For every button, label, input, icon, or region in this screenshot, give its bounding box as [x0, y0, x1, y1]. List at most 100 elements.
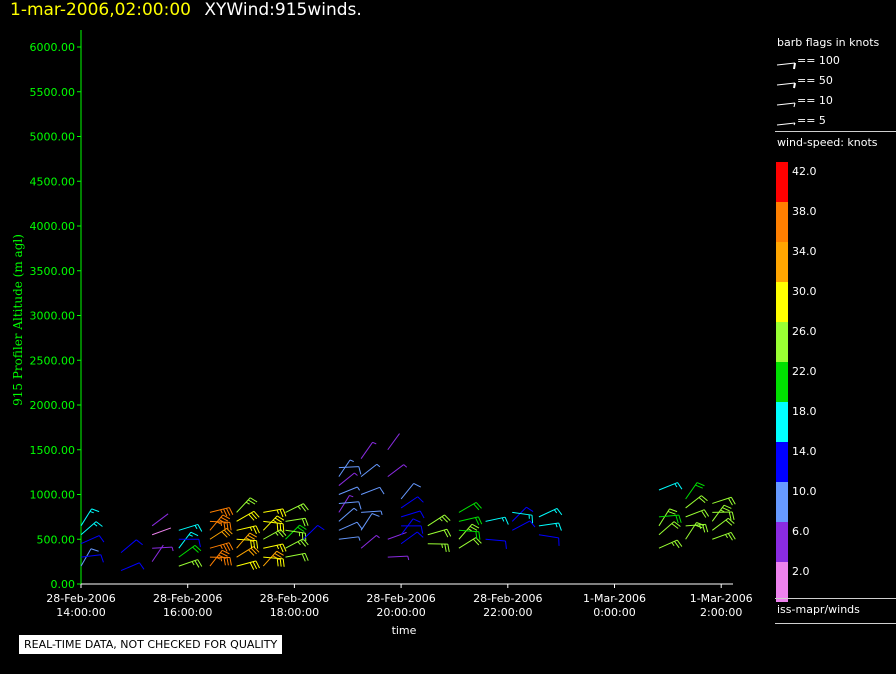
barb-flag: [380, 510, 383, 515]
x-tick-label: 22:00:00: [483, 606, 532, 619]
quality-notice: REAL-TIME DATA, NOT CHECKED FOR QUALITY: [19, 635, 283, 654]
colorbar-label: 22.0: [792, 365, 817, 378]
y-tick-label: 1500.00: [30, 444, 76, 457]
barb-flag: [353, 507, 358, 512]
x-tick-label: 28-Feb-2006: [366, 592, 435, 605]
barb-flag: [504, 540, 507, 549]
wind-barb: [178, 523, 203, 532]
barb-legend-row: == 10: [775, 94, 896, 108]
barb-flag: [139, 562, 145, 570]
colorbar-segment: [776, 522, 788, 562]
barb-flag: [403, 464, 408, 468]
barb-flag: [190, 531, 199, 537]
wind-barb: [236, 546, 260, 558]
colorbar-segment: [776, 162, 788, 202]
legend-divider: [775, 598, 896, 599]
barb-flag: [249, 526, 253, 531]
barb-flag: [279, 544, 284, 553]
colorbar-label: 38.0: [792, 205, 817, 218]
barb-flag: [379, 487, 385, 495]
wind-barb: [427, 528, 452, 538]
barb-flag: [720, 509, 725, 513]
colorbar-label: 18.0: [792, 405, 817, 418]
barb-staff: [387, 464, 405, 477]
barb-legend-staff: [776, 82, 796, 86]
barb-flag: [245, 501, 250, 505]
wind-barb: [387, 531, 407, 540]
barb-flag: [225, 543, 231, 551]
wind-barb: [685, 482, 705, 500]
barb-legend-icon: [776, 102, 796, 108]
barb-flag: [471, 523, 480, 529]
barb-flag: [222, 544, 228, 552]
barb-flag: [198, 539, 201, 548]
barb-staff: [485, 538, 506, 542]
colorbar-segment: [776, 202, 788, 242]
barb-flag: [358, 536, 361, 541]
barb-flag: [90, 548, 99, 552]
barb-staff: [120, 539, 137, 554]
barb-legend-row: == 50: [775, 74, 896, 89]
colorbar-segment: [776, 322, 788, 362]
wind-barb: [209, 507, 234, 517]
x-tick-label: 1-Mar-2006: [583, 592, 646, 605]
barb-flag: [477, 516, 483, 525]
barb-flag: [194, 525, 198, 530]
barb-staff: [80, 535, 100, 545]
barb-flag: [229, 557, 232, 566]
wind-barb: [338, 486, 361, 495]
barb-flag: [677, 482, 683, 490]
barb-flag: [301, 518, 306, 527]
barb-flag: [282, 558, 285, 567]
barb-staff: [338, 521, 358, 531]
barb-flag: [93, 523, 98, 527]
barb-flag: [439, 517, 443, 522]
barb-flag: [256, 540, 259, 549]
barb-flag: [297, 541, 301, 546]
wind-barb: [658, 482, 683, 491]
barb-flag: [276, 545, 280, 550]
barb-staff: [538, 534, 559, 539]
barb-flag: [376, 463, 381, 468]
wind-barb: [236, 525, 260, 534]
barb-staff: [512, 520, 531, 531]
barb-staff: [658, 508, 670, 527]
barb-legend-row: == 100: [775, 54, 896, 70]
barb-staff: [387, 531, 407, 540]
barb-flag: [417, 496, 424, 503]
barb-flag: [279, 523, 282, 532]
wind-barb: [538, 507, 563, 518]
barb-flag: [279, 509, 284, 518]
barb-staff: [400, 518, 414, 536]
barb-flag: [447, 543, 450, 553]
barb-flag: [446, 529, 452, 537]
x-tick-label: 20:00:00: [376, 606, 425, 619]
barb-flag: [349, 459, 354, 462]
wind-barb: [338, 536, 361, 541]
wind-barb: [80, 535, 105, 545]
barb-flag: [371, 513, 380, 517]
barb-staff: [338, 466, 359, 469]
wind-barb: [338, 472, 358, 486]
colorbar-label: 34.0: [792, 245, 817, 258]
barb-staff: [263, 543, 283, 549]
barb-staff: [338, 501, 359, 504]
barb-staff: [80, 554, 101, 558]
barb-flag: [191, 561, 195, 566]
barb-flag: [220, 552, 228, 557]
barb-flag: [252, 526, 257, 534]
wind-barb: [285, 538, 309, 549]
barb-flag: [407, 555, 410, 561]
wind-profile-chart: 0.00 500.00 1000.00 1500.00 2000.00 2500.00 30…: [11, 30, 753, 637]
wind-barb: [302, 524, 325, 540]
colorbar-segment: [776, 402, 788, 442]
barb-legend-label: == 10: [797, 94, 833, 107]
barb-staff: [400, 496, 418, 509]
colorbar-segment: [776, 562, 788, 602]
x-axis-label: time: [392, 624, 417, 637]
barb-flag: [413, 482, 422, 488]
colorbar-label: 2.0: [792, 565, 810, 578]
barb-flag: [730, 497, 736, 505]
colorbar-segment: [776, 242, 788, 282]
x-tick-label: 2:00:00: [700, 606, 742, 619]
